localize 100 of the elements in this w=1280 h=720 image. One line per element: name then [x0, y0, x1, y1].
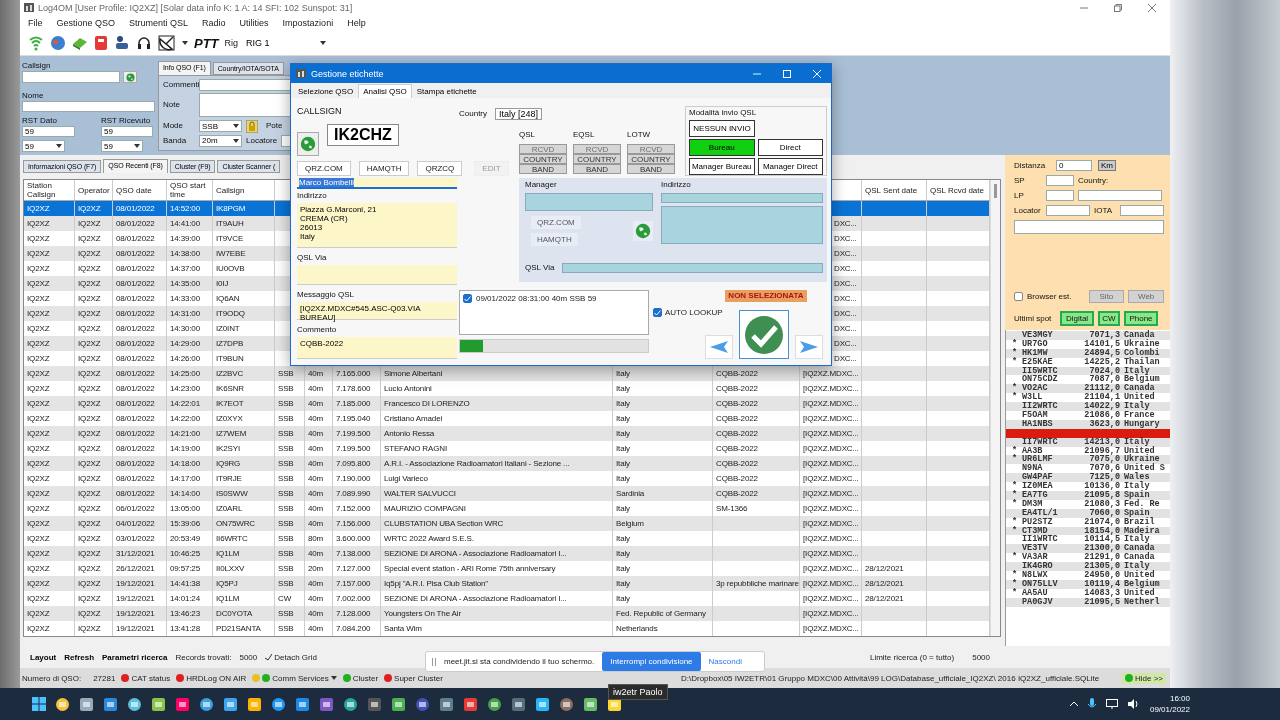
- app-icon[interactable]: [583, 696, 598, 712]
- spot-row[interactable]: * EA7TG 21095,8 Spain: [1006, 491, 1170, 500]
- table-row[interactable]: IQ2XZ IQ2XZ 31/12/2021 10:46:25 IQ1LM SSB 40m 7.138.000 SEZIONE DI ARONA - Associazione Radioamatori I... Italy [IQ2XZ.MDXC...: [24, 546, 990, 561]
- app-icon[interactable]: [439, 696, 454, 712]
- spot-row[interactable]: II5WRTC 7024,0 Italy: [1006, 366, 1170, 376]
- menu-item[interactable]: Help: [347, 18, 366, 28]
- app-icon[interactable]: [295, 696, 310, 712]
- checkbox[interactable]: [1014, 292, 1023, 301]
- unit-button[interactable]: Km: [1098, 160, 1116, 171]
- table-row[interactable]: IQ2XZ IQ2XZ 19/12/2021 13:41:28 PD21SANTA SSB 40m 7.084.200 Santa Wim Netherlands [IQ2XZ.MDXC...: [24, 621, 990, 636]
- locator-field[interactable]: [1046, 205, 1090, 216]
- app-icon[interactable]: [391, 696, 406, 712]
- app-icon[interactable]: [199, 696, 214, 712]
- column-header[interactable]: Callsign: [213, 180, 275, 200]
- menu-item[interactable]: Strumenti QSL: [129, 18, 189, 28]
- name-field[interactable]: [22, 101, 155, 112]
- signal-icon[interactable]: [28, 35, 44, 51]
- manager-qsl-via-field[interactable]: [562, 263, 823, 273]
- book-icon[interactable]: [72, 35, 88, 51]
- send-mode-button[interactable]: NESSUN INVIO: [689, 120, 755, 137]
- column-header[interactable]: Operator: [75, 180, 113, 200]
- app-icon[interactable]: [367, 696, 382, 712]
- spot-row[interactable]: * HK1MW 24894,5 Colombi: [1006, 348, 1170, 358]
- table-row[interactable]: IQ2XZ IQ2XZ 04/01/2022 15:39:06 ON75WRC SSB 40m 7.156.000 CLUBSTATION UBA Section WRC Belgium [IQ2XZ.MDXC...: [24, 516, 990, 531]
- ptt-button[interactable]: PTT: [194, 35, 219, 51]
- lookup-button[interactable]: [297, 132, 319, 156]
- microphone-icon[interactable]: [1087, 698, 1096, 710]
- table-row[interactable]: IQ2XZ IQ2XZ 08/01/2022 14:23:00 IK6SNR SSB 40m 7.178.600 Lucio Antonini Italy CQBB-2022 [IQ2XZ.MDXC...: [24, 381, 990, 396]
- satellite-dish-icon[interactable]: [158, 35, 176, 51]
- send-mode-button[interactable]: Bureau: [689, 139, 755, 156]
- sp-field[interactable]: [1046, 175, 1074, 186]
- status-item[interactable]: HRDLog ON AIR: [186, 673, 247, 683]
- comment-field[interactable]: CQBB-2022: [297, 337, 457, 359]
- spot-row[interactable]: II7WRTC 14213,0 Italy: [1006, 437, 1170, 447]
- web-button[interactable]: Web: [1128, 290, 1164, 303]
- column-header[interactable]: Station Callsign: [24, 180, 75, 200]
- search-params-button[interactable]: Parametri ricerca: [102, 652, 168, 662]
- spot-row[interactable]: EA4TL/1 7060,0 Spain: [1006, 508, 1170, 518]
- restore-icon[interactable]: [1114, 3, 1122, 12]
- qsl-message-field[interactable]: [IQ2XZ.MDXC#545.ASC-Q03.VIA BUREAU]: [297, 302, 457, 320]
- rst-dropdown[interactable]: 59: [101, 140, 143, 152]
- menu-item[interactable]: Radio: [202, 18, 226, 28]
- card-icon[interactable]: [94, 35, 108, 51]
- app-icon[interactable]: [319, 696, 334, 712]
- maximize-icon[interactable]: [783, 69, 791, 78]
- rig-dropdown[interactable]: RIG 1: [244, 37, 328, 49]
- app-icon[interactable]: [559, 696, 574, 712]
- manager-field[interactable]: [525, 193, 653, 211]
- address-field[interactable]: Piazza G.Marconi, 21 CREMA (CR) 26013 Italy: [297, 203, 457, 248]
- status-item[interactable]: CAT status: [131, 673, 171, 683]
- detach-grid-button[interactable]: Detach Grid: [274, 652, 317, 662]
- rst-field[interactable]: 59: [22, 126, 75, 137]
- menu-item[interactable]: Impostazioni: [282, 18, 334, 28]
- monitor-icon[interactable]: [1105, 699, 1118, 709]
- table-row[interactable]: IQ2XZ IQ2XZ 06/01/2022 13:05:00 IZ0ARL SSB 40m 7.152.000 MAURIZIO COMPAGNI Italy SM-1366 [IQ2XZ.MDXC...: [24, 501, 990, 516]
- globe-icon[interactable]: [50, 35, 66, 51]
- band-dropdown[interactable]: 20m: [199, 134, 242, 147]
- hide-link[interactable]: Nascondi: [708, 657, 742, 666]
- send-mode-button[interactable]: Manager Direct: [757, 158, 823, 175]
- manager-address-field[interactable]: [661, 206, 823, 244]
- lookup-button[interactable]: HAMQTH: [358, 160, 410, 176]
- app-icon[interactable]: [463, 696, 478, 712]
- app-icon[interactable]: [511, 696, 526, 712]
- table-row[interactable]: IQ2XZ IQ2XZ 08/01/2022 14:25:00 IZ2BVC SSB 40m 7.165.000 Simone Albertani Italy CQBB-2022 [IQ2XZ.MDXC...: [24, 366, 990, 381]
- spot-row[interactable]: II2WRTC 14022,9 Italy: [1006, 402, 1170, 411]
- confirmation-button[interactable]: BAND: [519, 164, 567, 174]
- tab[interactable]: Stampa etichette: [411, 84, 482, 98]
- next-button[interactable]: [795, 335, 823, 359]
- app-icon[interactable]: [79, 696, 94, 712]
- app-icon[interactable]: [247, 696, 262, 712]
- filter-button[interactable]: Phone: [1124, 311, 1158, 326]
- table-row[interactable]: IQ2XZ IQ2XZ 03/01/2022 20:53:49 II6WRTC SSB 80m 3.600.000 WRTC 2022 Award S.E.S. Italy [IQ2XZ.MDXC...: [24, 531, 990, 546]
- table-row[interactable]: IQ2XZ IQ2XZ 08/01/2022 14:22:01 IK7EOT SSB 40m 7.185.000 Francesco DI LORENZO Italy CQBB-2022 [IQ2XZ.MDXC...: [24, 396, 990, 411]
- confirm-button[interactable]: [739, 310, 789, 359]
- table-row[interactable]: IQ2XZ IQ2XZ 26/12/2021 09:57:25 II0LXXV SSB 20m 7.127.000 Special event station - ARI Rome 75th anniversary Italy [IQ2XZ.MDXC... 28/12/2021: [24, 561, 990, 576]
- figure-icon[interactable]: [114, 35, 130, 51]
- app-icon[interactable]: [271, 696, 286, 712]
- app-icon[interactable]: [415, 696, 430, 712]
- spot-row[interactable]: [1006, 428, 1170, 438]
- status-item[interactable]: Super Cluster: [394, 673, 443, 683]
- send-mode-button[interactable]: Direct: [757, 139, 823, 156]
- filter-button[interactable]: CW: [1098, 311, 1120, 326]
- checkbox[interactable]: [653, 308, 662, 317]
- table-row[interactable]: IQ2XZ IQ2XZ 08/01/2022 14:21:00 IZ7WEM SSB 40m 7.199.500 Antonio Ressa Italy CQBB-2022 [IQ2XZ.MDXC...: [24, 426, 990, 441]
- table-row[interactable]: IQ2XZ IQ2XZ 19/12/2021 13:46:23 DC0YOTA SSB 40m 7.128.000 Youngsters On The Air Fed. Republic of Germany [IQ2XZ.MDXC...: [24, 606, 990, 621]
- lookup-button[interactable]: QRZCQ: [417, 160, 463, 176]
- table-row[interactable]: IQ2XZ IQ2XZ 08/01/2022 14:14:00 IS0SWW SSB 40m 7.089.990 WALTER SALVUCCI Sardinia CQBB-2022 [IQ2XZ.MDXC...: [24, 486, 990, 501]
- headphones-icon[interactable]: [136, 35, 152, 51]
- status-item[interactable]: Cluster: [352, 673, 379, 683]
- table-row[interactable]: IQ2XZ IQ2XZ 08/01/2022 14:17:00 IT9RJE SSB 40m 7.190.000 Luigi Varieco Italy CQBB-2022 [IQ2XZ.MDXC...: [24, 471, 990, 486]
- table-row[interactable]: IQ2XZ IQ2XZ 19/12/2021 14:41:38 IQ5PJ SSB 40m 7.157.000 Iq5pj "A.R.I. Pisa Club Station" Italy 3p repubbliche marinare [IQ2XZ.MDXC... 28/12/2021: [24, 576, 990, 591]
- app-icon[interactable]: [343, 696, 358, 712]
- app-icon[interactable]: [103, 696, 118, 712]
- windows-icon[interactable]: [32, 697, 46, 711]
- qsl-via-field[interactable]: [297, 265, 457, 285]
- column-header[interactable]: QSL Sent date: [862, 180, 927, 200]
- spot-row[interactable]: HA1NBS 3623,0 Hungary: [1006, 419, 1170, 429]
- menu-item[interactable]: File: [28, 18, 43, 28]
- spot-row[interactable]: * ON75LLV 10119,4 Belgium: [1006, 579, 1170, 589]
- app-icon[interactable]: [535, 696, 550, 712]
